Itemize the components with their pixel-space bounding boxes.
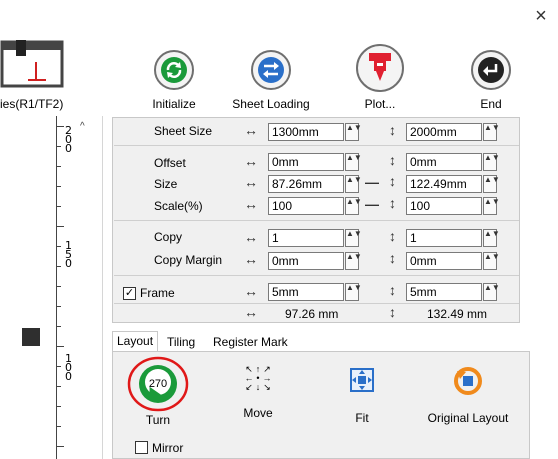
plot-object-preview[interactable] (22, 328, 40, 346)
size-label: Size (154, 177, 178, 191)
frame-y-spinner[interactable]: ▲▼ (483, 283, 500, 301)
undo-circle-icon (454, 367, 482, 395)
move-label: Move (243, 406, 273, 420)
vertical-arrow-icon: ↕ (389, 152, 396, 168)
initialize-label: Initialize (152, 97, 196, 111)
original-layout-label: Original Layout (427, 411, 509, 425)
scale-x-field[interactable]: 100 (268, 197, 344, 215)
horizontal-arrow-icon: ↔ (244, 174, 258, 190)
copy-margin-x-field[interactable]: 0mm (268, 252, 344, 270)
scale-x-spinner[interactable]: ▲▼ (345, 197, 362, 215)
offset-x-spinner[interactable]: ▲▼ (345, 153, 362, 171)
fit-label: Fit (355, 411, 369, 425)
copy-label: Copy (154, 230, 183, 244)
machine-preview-icon (0, 40, 64, 88)
frame-x-field[interactable]: 5mm (268, 283, 344, 301)
size-height-field[interactable]: 122.49mm (406, 175, 482, 193)
ruler-label-200: 200 (65, 124, 72, 155)
frame-x-spinner[interactable]: ▲▼ (345, 283, 362, 301)
vertical-ruler: 200 150 100 (56, 116, 72, 459)
copy-margin-label: Copy Margin (154, 253, 223, 267)
vertical-arrow-icon: ↕ (389, 282, 396, 298)
offset-label: Offset (154, 156, 186, 170)
sheet-height-field[interactable]: 2000mm (406, 123, 482, 141)
vertical-arrow-icon: ↕ (389, 304, 396, 320)
plot-button[interactable]: Plot... (350, 44, 410, 111)
frame-y-field[interactable]: 5mm (406, 283, 482, 301)
horizontal-arrow-icon: ↔ (244, 153, 258, 169)
offset-x-field[interactable]: 0mm (268, 153, 344, 171)
horizontal-arrow-icon: ↔ (244, 196, 258, 212)
scale-y-spinner[interactable]: ▲▼ (483, 197, 500, 215)
tab-tiling[interactable]: Tiling (163, 333, 199, 351)
link-dash: — (365, 174, 379, 190)
scale-y-field[interactable]: 100 (406, 197, 482, 215)
preview-canvas[interactable]: 200 150 100 (0, 116, 103, 459)
frame-checkbox[interactable]: ✓ (123, 287, 136, 300)
copy-y-spinner[interactable]: ▲▼ (483, 229, 500, 247)
tab-layout[interactable]: Layout (112, 331, 159, 351)
total-width-value: 97.26 mm (285, 307, 339, 321)
copy-y-field[interactable]: 1 (406, 229, 482, 247)
sheet-width-field[interactable]: 1300mm (268, 123, 344, 141)
horizontal-arrow-icon: ↔ (244, 229, 258, 245)
rotate-270-icon: 270 (127, 356, 189, 412)
size-width-spinner[interactable]: ▲▼ (345, 175, 362, 193)
tab-register-mark[interactable]: Register Mark (209, 333, 292, 351)
link-dash: — (365, 196, 379, 212)
horizontal-arrow-icon: ↔ (244, 251, 258, 267)
copy-margin-y-spinner[interactable]: ▲▼ (483, 252, 500, 270)
refresh-icon (161, 57, 187, 83)
end-button[interactable]: End (466, 50, 516, 111)
sheet-loading-button[interactable]: Sheet Loading (228, 50, 314, 111)
copy-margin-y-field[interactable]: 0mm (406, 252, 482, 270)
offset-y-spinner[interactable]: ▲▼ (483, 153, 500, 171)
turn-label: Turn (145, 413, 171, 427)
vertical-arrow-icon: ↕ (389, 195, 396, 211)
turn-button[interactable]: 270 Turn (126, 356, 190, 427)
total-height-value: 132.49 mm (427, 307, 488, 321)
size-width-field[interactable]: 87.26mm (268, 175, 344, 193)
sheet-size-label: Sheet Size (154, 124, 213, 138)
swap-arrows-icon (258, 57, 284, 83)
ruler-label-150: 150 (65, 239, 72, 270)
close-button[interactable]: × (531, 6, 551, 28)
vertical-arrow-icon: ↕ (389, 173, 396, 189)
return-arrow-icon (478, 57, 504, 83)
frame-label: Frame (140, 286, 175, 300)
copy-margin-x-spinner[interactable]: ▲▼ (345, 252, 362, 270)
vertical-arrow-icon: ↕ (389, 122, 396, 138)
vertical-arrow-icon: ↕ (389, 228, 396, 244)
move-button[interactable]: ↖ ↑ ↗ ← • → ↙ ↓ ↘ Move (235, 364, 281, 421)
initialize-button[interactable]: Initialize (143, 50, 205, 111)
horizontal-arrow-icon: ↔ (244, 283, 258, 299)
fit-icon (350, 368, 374, 392)
plot-label: Plot... (364, 97, 396, 111)
sheet-width-spinner[interactable]: ▲▼ (345, 123, 362, 141)
sheet-loading-label: Sheet Loading (232, 97, 310, 111)
ruler-label-100: 100 (65, 352, 72, 383)
fit-button[interactable]: Fit (342, 367, 382, 425)
turn-angle-text: 270 (149, 378, 167, 390)
settings-panel: Sheet Size ↔ 1300mm ▲▼ ↕ 2000mm ▲▼ Offse… (112, 117, 520, 323)
cutter-icon (369, 53, 391, 81)
end-label: End (480, 97, 502, 111)
copy-x-spinner[interactable]: ▲▼ (345, 229, 362, 247)
mirror-label: Mirror (152, 441, 184, 455)
move-arrows-icon: ↖ ↑ ↗ ← • → ↙ ↓ ↘ (244, 364, 272, 392)
offset-y-field[interactable]: 0mm (406, 153, 482, 171)
size-height-spinner[interactable]: ▲▼ (483, 175, 500, 193)
sheet-height-spinner[interactable]: ▲▼ (483, 123, 500, 141)
copy-x-field[interactable]: 1 (268, 229, 344, 247)
scroll-up-button[interactable]: ^ (80, 121, 85, 132)
preview-caption: ies(R1/TF2) (0, 97, 64, 111)
horizontal-arrow-icon: ↔ (244, 304, 258, 320)
original-layout-button[interactable]: Original Layout (418, 366, 518, 425)
horizontal-arrow-icon: ↔ (244, 122, 258, 138)
mirror-checkbox[interactable] (135, 441, 148, 454)
scale-label: Scale(%) (154, 199, 203, 213)
vertical-arrow-icon: ↕ (389, 250, 396, 266)
